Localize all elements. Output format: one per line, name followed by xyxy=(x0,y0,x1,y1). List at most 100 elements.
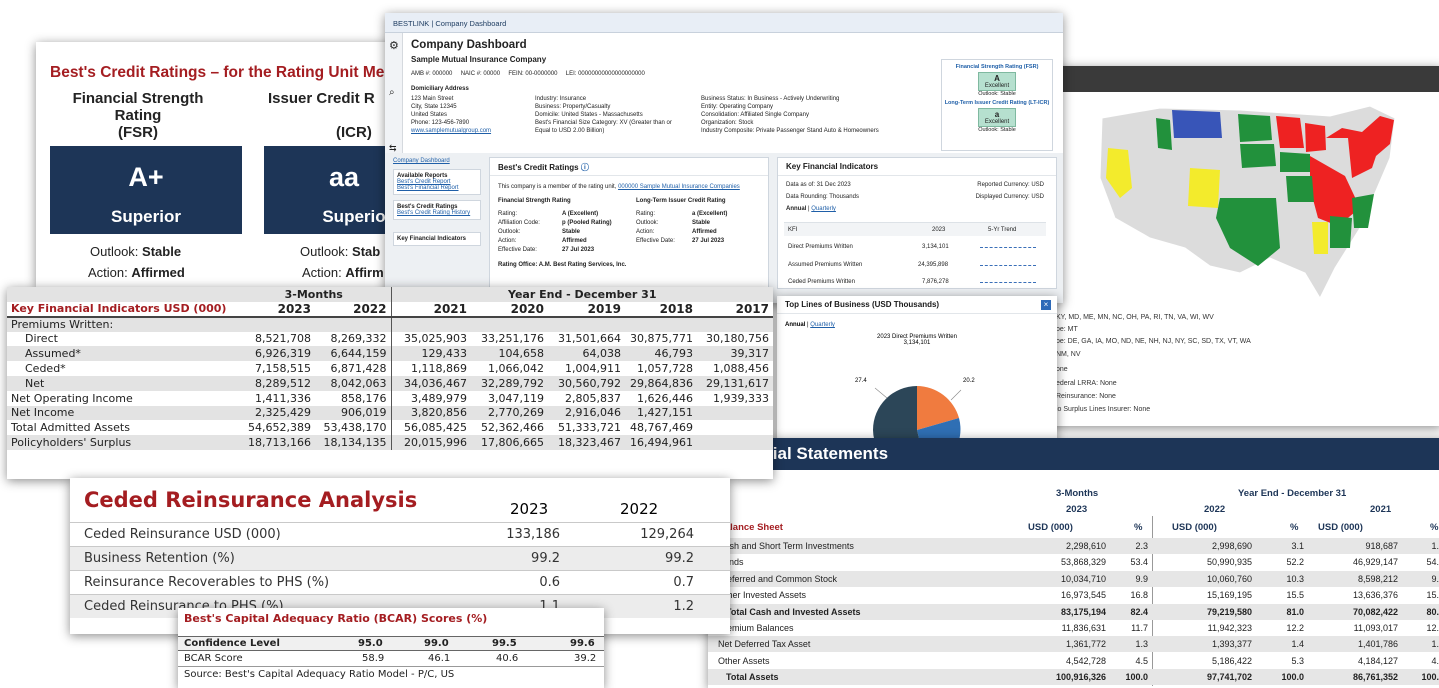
ratings-card: Best's Credit Ratings ⓘ This company is … xyxy=(489,157,769,303)
fs-cell: 16.8 xyxy=(1130,590,1148,601)
lob-period-annual[interactable]: Annual xyxy=(785,322,805,328)
ceded-cell: 0.7 xyxy=(673,575,694,590)
ceded-row-label: Business Retention (%) xyxy=(84,551,235,566)
state-ia[interactable] xyxy=(1280,152,1310,172)
fs-cell: 81.0 xyxy=(1286,606,1304,617)
bcar-score: 39.2 xyxy=(574,653,597,664)
pie-label-left: 27.4 xyxy=(855,378,867,384)
kfi-cell: 20,015,996 xyxy=(390,435,471,450)
nav-report-link[interactable]: Best's Financial Report xyxy=(397,185,477,191)
member-link[interactable]: 000000 Sample Mutual Insurance Companies xyxy=(618,184,740,190)
nav-credit-history[interactable]: Best's Credit Rating History xyxy=(397,210,477,216)
fs-year: 2023 xyxy=(1066,504,1088,515)
ceded-row-label: Reinsurance Recoverables to PHS (%) xyxy=(84,575,330,590)
fs-col-usd: USD (000) xyxy=(1028,522,1073,533)
fs-row: Premium Balances 11,836,631 11.7 11,942,323… xyxy=(708,620,1439,636)
kfi-cell xyxy=(697,435,773,450)
close-icon[interactable]: × xyxy=(1041,300,1051,310)
info-icon[interactable]: ⓘ xyxy=(581,163,589,172)
state-nd[interactable] xyxy=(1238,114,1272,142)
kfi-cell: 33,251,176 xyxy=(481,332,544,346)
nav-kfi[interactable]: Key Financial Indicators xyxy=(393,232,481,246)
fs-cell: 4.5 xyxy=(1135,655,1148,666)
kfi-cell: 46,793 xyxy=(625,346,697,362)
kfi-cell: 1,626,446 xyxy=(637,391,693,405)
kfi-cell: 56,085,425 xyxy=(390,420,471,436)
icr-heading-line2 xyxy=(268,107,394,124)
fs-row-label: Cash and Short Term Investments xyxy=(718,541,854,551)
kfi-cell: 6,926,319 xyxy=(237,346,315,362)
ceded-row: Ceded Reinsurance USD (000) 133,186 129,26… xyxy=(70,522,730,546)
card-fsr-rows: Rating: A (Excellent) Affiliation Code: p … xyxy=(498,210,612,255)
row-label: Effective Date: xyxy=(498,247,537,253)
lob-period-quarterly[interactable]: Quarterly xyxy=(810,322,835,328)
kfi-cell: 30,875,771 xyxy=(630,332,693,346)
row-label: Rating: xyxy=(636,211,656,217)
row-value: 27 Jul 2023 xyxy=(692,238,725,244)
nav-company-dashboard[interactable]: Company Dashboard xyxy=(393,158,481,164)
address-heading: Domiciliary Address xyxy=(411,86,469,92)
kfi-cell: 31,501,664 xyxy=(558,332,621,346)
gear-icon[interactable]: ⚙ xyxy=(389,39,399,52)
state-nm[interactable] xyxy=(1188,168,1220,208)
kfi-body: Direct 8,521,708 8,269,332 35,025,903 33,251… xyxy=(7,331,773,450)
bcar-level: 99.0 xyxy=(424,638,449,649)
address-line: 123 Main Street xyxy=(411,96,454,102)
us-states-map[interactable] xyxy=(1090,98,1410,298)
fs-cell: 52.2 xyxy=(1286,557,1304,568)
card-fsr-head: Financial Strength Rating xyxy=(498,198,571,204)
kfi-cell: 7,158,515 xyxy=(255,362,311,376)
kfi-mini-row: Ceded Premiums Written 7,876,278 xyxy=(784,276,1046,288)
fs-cell: 11,836,631 xyxy=(1061,623,1106,633)
fs-cell: 1.4 xyxy=(1291,639,1304,650)
kfi-cell: 30,180,756 xyxy=(706,332,769,346)
bcar-score-label: BCAR Score xyxy=(184,653,243,664)
kfi-row-label: Net Income xyxy=(7,405,237,421)
row-label: Outlook: xyxy=(498,229,521,235)
row-label: Rating: xyxy=(498,211,518,217)
state-mt[interactable] xyxy=(1172,110,1222,138)
state-wi[interactable] xyxy=(1305,123,1326,152)
info-line: Best's Financial Size Category: XV (Grea… xyxy=(535,120,672,126)
kfi-row-label: Total Admitted Assets xyxy=(11,421,130,435)
kfi-data-as-of: Data as of: 31 Dec 2023 xyxy=(786,182,851,188)
info-line: Business: Property/Casualty xyxy=(535,104,611,110)
fs-cell: 13,636,376 xyxy=(1352,590,1398,601)
company-ids: AMB #: 000000 NAIC #: 00000 FEIN: 00-000… xyxy=(411,71,645,77)
info-line: Industry: Insurance xyxy=(535,96,587,102)
kfi-period-quarterly[interactable]: Quarterly xyxy=(811,206,836,212)
kfi-cell: 858,176 xyxy=(341,391,387,405)
fs-cell: 100.0 xyxy=(1125,672,1148,683)
dashboard-title: Company Dashboard xyxy=(411,39,527,51)
kfi-cell: 3,820,856 xyxy=(390,405,471,421)
trend-sparkline xyxy=(980,265,1036,266)
fs-cell: 53,868,329 xyxy=(1060,557,1106,568)
kfi-cell xyxy=(697,420,773,435)
kfi-period-annual[interactable]: Annual xyxy=(786,206,806,212)
search-icon[interactable]: ⌕ xyxy=(389,87,395,98)
fs-cell: 8,598,212 xyxy=(1357,573,1398,584)
action-label: Action: xyxy=(88,265,128,280)
state-mo[interactable] xyxy=(1286,176,1314,202)
fs-row-label: Preferred and Common Stock xyxy=(718,573,838,584)
state-id[interactable] xyxy=(1156,118,1172,150)
fs-cell: 11,093,017 xyxy=(1353,623,1398,633)
fs-cell: 4.8 xyxy=(1431,655,1439,666)
row-value: A (Excellent) xyxy=(562,211,599,217)
state-sd[interactable] xyxy=(1240,144,1276,168)
state-mn[interactable] xyxy=(1276,116,1304,148)
fs-cell: 86,761,352 xyxy=(1352,672,1398,683)
state-sc[interactable] xyxy=(1352,194,1374,228)
lob-card-title: Top Lines of Business (USD Thousands) xyxy=(777,296,1057,314)
kfi-cell: 64,038 xyxy=(548,346,625,362)
kfi-cell xyxy=(697,405,773,421)
state-ga[interactable] xyxy=(1330,216,1352,248)
fs-cell: 5,186,422 xyxy=(1211,655,1252,666)
state-al[interactable] xyxy=(1312,222,1328,254)
website-link[interactable]: www.samplemutualgroup.com xyxy=(411,127,491,135)
icr-heading: Issuer Credit R (ICR) xyxy=(268,90,394,141)
fs-cell: 11.7 xyxy=(1131,623,1148,633)
kfi-cell: 2,770,269 xyxy=(471,405,548,421)
ceded-cell: 133,186 xyxy=(506,527,560,542)
icr-mini-letter: a xyxy=(994,110,1000,119)
